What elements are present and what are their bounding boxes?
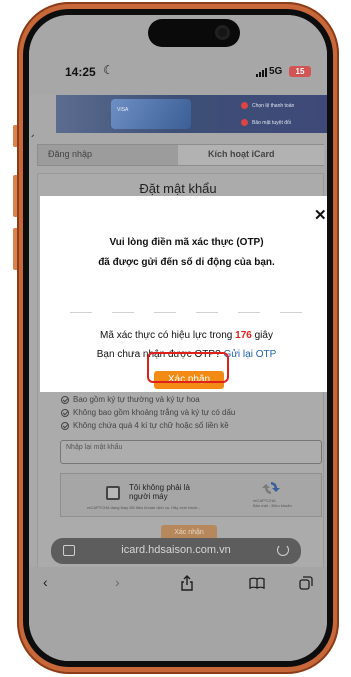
resend-otp-link[interactable]: Gửi lại OTP (223, 349, 276, 360)
otp-digit-input[interactable] (196, 312, 218, 313)
otp-instruction-line-1: Vui lòng điền mã xác thực (OTP) (109, 237, 264, 248)
recaptcha-brand: reCAPTCHA Bảo mật - Điều khoản (253, 498, 292, 508)
page-title: Đặt mật khẩu (139, 181, 217, 196)
status-time: 14:25 (65, 65, 96, 79)
check-circle-icon (61, 395, 69, 404)
tab-login[interactable]: Đăng nhập (48, 149, 92, 159)
tab-activate-icard[interactable]: Kích hoạt iCard (208, 149, 275, 159)
recaptcha-checkbox[interactable] (106, 486, 120, 500)
password-rule-text: Không bao gồm khoảng trắng và ký tự có d… (73, 408, 236, 417)
home-indicator-area (29, 599, 327, 661)
otp-instruction-line-2: đã được gửi đến số di động của bạn. (98, 257, 275, 268)
otp-digit-input[interactable] (238, 312, 260, 313)
otp-countdown: 176 (235, 330, 252, 341)
check-circle-icon (61, 421, 69, 430)
banner-line-2: Bảo mật tuyệt đối (252, 120, 291, 126)
banner-line-1: Chọn lệ thanh toán (252, 103, 295, 109)
network-type: 5G (269, 66, 283, 77)
otp-validity-prefix: Mã xác thực có hiệu lực trong (100, 330, 236, 341)
banner-bullet-icon (241, 102, 248, 109)
recaptcha-widget: Tôi không phải là người máy reCAPTCHA đa… (60, 473, 322, 517)
battery-icon: 15 (289, 66, 311, 77)
recaptcha-label: Tôi không phải là người máy (129, 483, 190, 501)
password-rule: Bao gồm ký tự thường và ký tự hoa (61, 395, 200, 404)
phone-screen: 14:25 ☾ 5G 15 VISA Chọn lệ thanh toán Bả… (29, 15, 327, 661)
back-icon[interactable]: ‹ (43, 574, 48, 590)
otp-digit-input[interactable] (112, 312, 134, 313)
recaptcha-brand-sub[interactable]: Bảo mật - Điều khoản (253, 503, 292, 508)
card-image: VISA (111, 99, 191, 129)
browser-toolbar: ‹ › (29, 567, 327, 599)
address-bar-url[interactable]: icard.hdsaison.com.vn (51, 544, 301, 556)
tabs-icon[interactable] (299, 576, 313, 590)
recaptcha-terms[interactable]: reCAPTCHA đang thay đổi điều khoản dịch … (87, 505, 200, 510)
otp-validity-suffix: giây (251, 330, 273, 341)
check-circle-icon (61, 408, 69, 417)
otp-digit-input[interactable] (154, 312, 176, 313)
reload-icon[interactable] (277, 544, 289, 556)
confirm-password-field[interactable]: Nhập lại mật khẩu (60, 440, 322, 464)
bookmarks-icon[interactable] (249, 577, 265, 589)
screenshot-stage: 14:25 ☾ 5G 15 VISA Chọn lệ thanh toán Bả… (0, 0, 351, 677)
recaptcha-logo-icon (262, 482, 280, 494)
card-image-text: VISA (117, 107, 129, 113)
tab-bar: Đăng nhập Kích hoạt iCard (37, 144, 324, 166)
otp-digit-input[interactable] (280, 312, 302, 313)
signal-bars-icon (256, 68, 267, 77)
banner-bullet-icon (241, 119, 248, 126)
front-camera (215, 25, 230, 40)
otp-digit-input[interactable] (70, 312, 92, 313)
password-rule-text: Không chứa quá 4 kí tự chữ hoặc số liền … (73, 421, 229, 430)
otp-validity-text: Mã xác thực có hiệu lực trong 176 giây (40, 330, 327, 341)
address-bar[interactable]: icard.hdsaison.com.vn (51, 538, 301, 564)
promo-banner: VISA Chọn lệ thanh toán Bảo mật tuyệt đố… (56, 95, 327, 133)
password-rule: Không bao gồm khoảng trắng và ký tự có d… (61, 408, 235, 417)
close-icon[interactable]: ✕ (314, 208, 327, 223)
share-icon[interactable] (180, 575, 194, 591)
password-rule-text: Bao gồm ký tự thường và ký tự hoa (73, 395, 200, 404)
forward-icon[interactable]: › (115, 574, 120, 590)
confirm-button-highlight (147, 352, 229, 383)
password-rule: Không chứa quá 4 kí tự chữ hoặc số liền … (61, 421, 229, 430)
moon-icon: ☾ (103, 63, 114, 77)
